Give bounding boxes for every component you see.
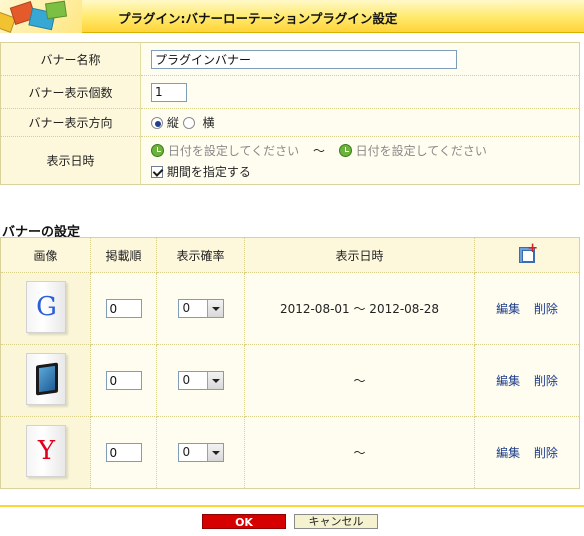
period-separator: ～ xyxy=(312,143,325,158)
footer-bar xyxy=(0,505,584,536)
google-logo-icon: G xyxy=(36,292,57,322)
direction-vertical-radio[interactable] xyxy=(151,117,163,129)
probability-value: 0 xyxy=(182,445,191,459)
yahoo-logo-icon: Y xyxy=(37,436,56,466)
delete-link[interactable]: 削除 xyxy=(534,374,558,388)
period-text: 2012-08-01 ～ 2012-08-28 xyxy=(244,272,475,345)
col-image-header: 画像 xyxy=(0,237,91,273)
settings-form: バナー名称 バナー表示個数 バナー表示方向 縦 横 表示日時 日付を設定してくだ… xyxy=(0,42,580,185)
banner-name-label: バナー名称 xyxy=(0,42,141,76)
col-actions-header xyxy=(474,237,580,273)
banner-name-input[interactable] xyxy=(151,49,457,69)
probability-select[interactable]: 0 xyxy=(177,371,224,390)
delete-link[interactable]: 削除 xyxy=(534,302,558,316)
direction-horizontal-label: 横 xyxy=(202,116,215,130)
table-row: 0 ～ 編集 削除 xyxy=(0,344,580,417)
period-to-field[interactable]: 日付を設定してください xyxy=(356,144,487,158)
direction-vertical-label: 縦 xyxy=(166,116,179,130)
banner-count-label: バナー表示個数 xyxy=(0,75,141,109)
period-text: ～ xyxy=(244,416,475,489)
period-from-field[interactable]: 日付を設定してください xyxy=(168,144,299,158)
clock-icon[interactable] xyxy=(338,143,352,157)
title-bar: プラグイン:バナーローテーションプラグイン設定 xyxy=(0,0,584,33)
edit-link[interactable]: 編集 xyxy=(496,302,520,316)
tablet-banner-image xyxy=(25,353,66,405)
direction-label: バナー表示方向 xyxy=(0,108,141,137)
plugin-logo-icon xyxy=(0,0,82,33)
probability-value: 0 xyxy=(182,373,191,387)
period-text: ～ xyxy=(244,344,475,417)
period-checkbox-label: 期間を指定する xyxy=(166,164,251,179)
direction-horizontal-radio[interactable] xyxy=(182,117,195,129)
cancel-button[interactable]: キャンセル xyxy=(294,514,378,529)
ok-button[interactable]: OK xyxy=(202,514,286,529)
chevron-down-icon[interactable] xyxy=(206,372,223,389)
period-checkbox[interactable] xyxy=(151,165,163,178)
delete-link[interactable]: 削除 xyxy=(534,446,558,460)
page-title: プラグイン:バナーローテーションプラグイン設定 xyxy=(118,11,398,26)
google-banner-image: G xyxy=(25,281,66,333)
banner-table: 画像 掲載順 表示確率 表示日時 G 0 2012-08-01 ～ 2012-0… xyxy=(0,237,580,489)
order-input[interactable] xyxy=(105,443,142,462)
chevron-down-icon[interactable] xyxy=(206,300,223,317)
edit-link[interactable]: 編集 xyxy=(496,374,520,388)
clock-icon[interactable] xyxy=(151,143,164,157)
probability-select[interactable]: 0 xyxy=(177,443,224,462)
order-input[interactable] xyxy=(105,299,142,318)
order-input[interactable] xyxy=(105,371,142,390)
display-period-label: 表示日時 xyxy=(0,136,141,185)
probability-value: 0 xyxy=(182,301,191,315)
col-probability-header: 表示確率 xyxy=(156,237,245,273)
tablet-icon xyxy=(35,362,58,396)
yahoo-banner-image: Y xyxy=(25,425,66,477)
chevron-down-icon[interactable] xyxy=(206,444,223,461)
banner-count-input[interactable] xyxy=(151,82,187,102)
table-row: G 0 2012-08-01 ～ 2012-08-28 編集 削除 xyxy=(0,272,580,345)
edit-link[interactable]: 編集 xyxy=(496,446,520,460)
col-period-header: 表示日時 xyxy=(244,237,475,273)
col-order-header: 掲載順 xyxy=(90,237,157,273)
probability-select[interactable]: 0 xyxy=(177,299,224,318)
table-row: Y 0 ～ 編集 削除 xyxy=(0,416,580,489)
add-banner-icon[interactable] xyxy=(519,241,538,263)
